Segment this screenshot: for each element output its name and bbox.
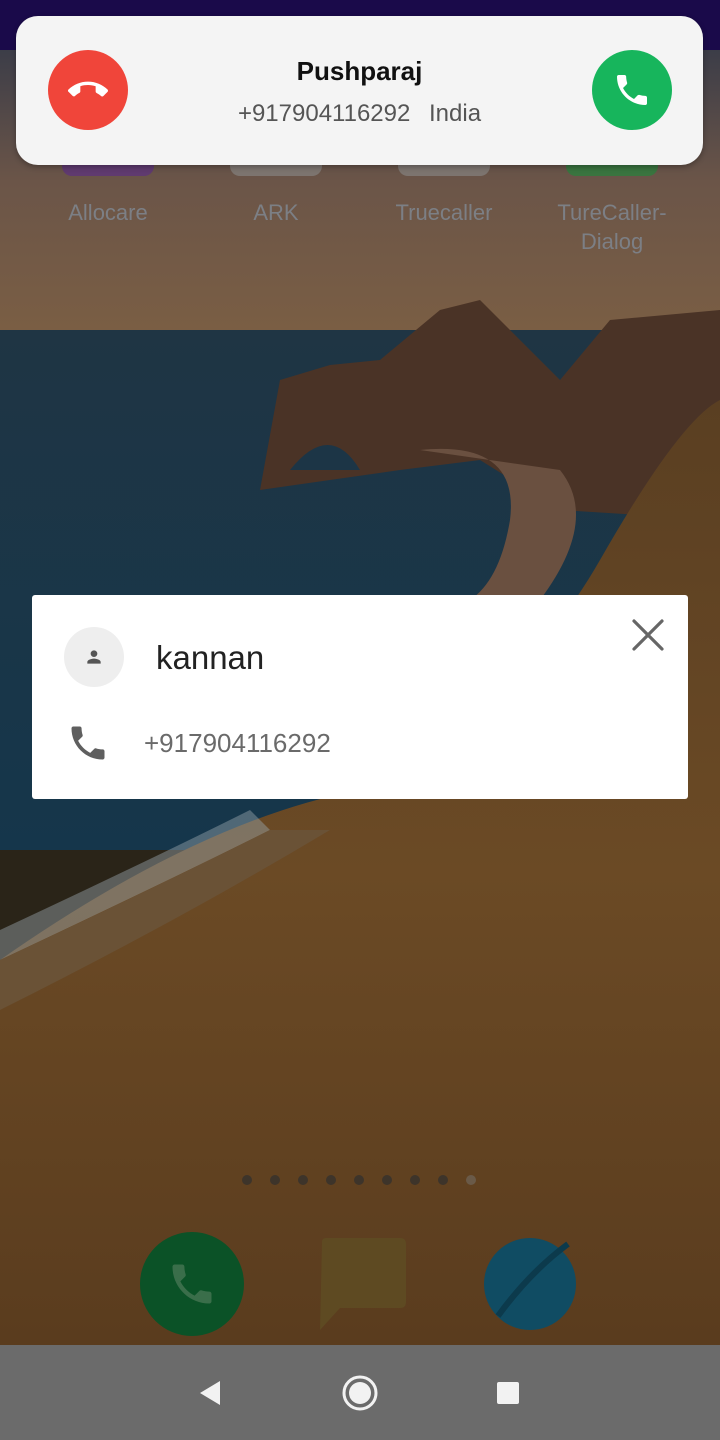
page-dot[interactable] (270, 1175, 280, 1185)
contact-name: kannan (156, 639, 265, 676)
navigation-bar (0, 1345, 720, 1440)
page-dot[interactable] (410, 1175, 420, 1185)
page-dot[interactable] (438, 1175, 448, 1185)
messages-icon[interactable] (316, 1232, 420, 1336)
browser-icon[interactable] (478, 1232, 582, 1336)
page-indicator (242, 1175, 482, 1187)
phone-icon (617, 75, 647, 105)
app-label: TureCaller- Dialog (557, 200, 667, 254)
caller-country: India (429, 100, 482, 127)
avatar (64, 627, 124, 687)
page-dot[interactable] (326, 1175, 336, 1185)
app-label: Allocare (68, 200, 148, 225)
incoming-call-banner: Pushparaj +917904116292 India (16, 16, 703, 165)
home-circle-icon[interactable] (340, 1373, 380, 1413)
phone-icon (172, 1264, 212, 1304)
app-turecaller-dialog[interactable]: TureCaller- Dialog (542, 150, 682, 256)
recents-square-icon[interactable] (488, 1373, 528, 1413)
back-triangle-icon[interactable] (190, 1373, 230, 1413)
close-icon[interactable] (628, 615, 668, 655)
page-dot[interactable] (354, 1175, 364, 1185)
page-dot[interactable] (382, 1175, 392, 1185)
page-dot[interactable] (298, 1175, 308, 1185)
page-dot[interactable] (242, 1175, 252, 1185)
phone-icon (71, 726, 105, 760)
app-label: Truecaller (395, 200, 493, 225)
dock-phone-app[interactable] (140, 1232, 244, 1336)
page-dot-active[interactable] (466, 1175, 476, 1185)
app-label: ARK (253, 200, 299, 225)
accept-call-button[interactable] (592, 50, 672, 130)
caller-number: +917904116292 (237, 100, 411, 127)
contact-number[interactable]: +917904116292 (144, 728, 331, 759)
person-icon (87, 650, 101, 664)
contact-card: kannan +917904116292 (32, 595, 688, 799)
